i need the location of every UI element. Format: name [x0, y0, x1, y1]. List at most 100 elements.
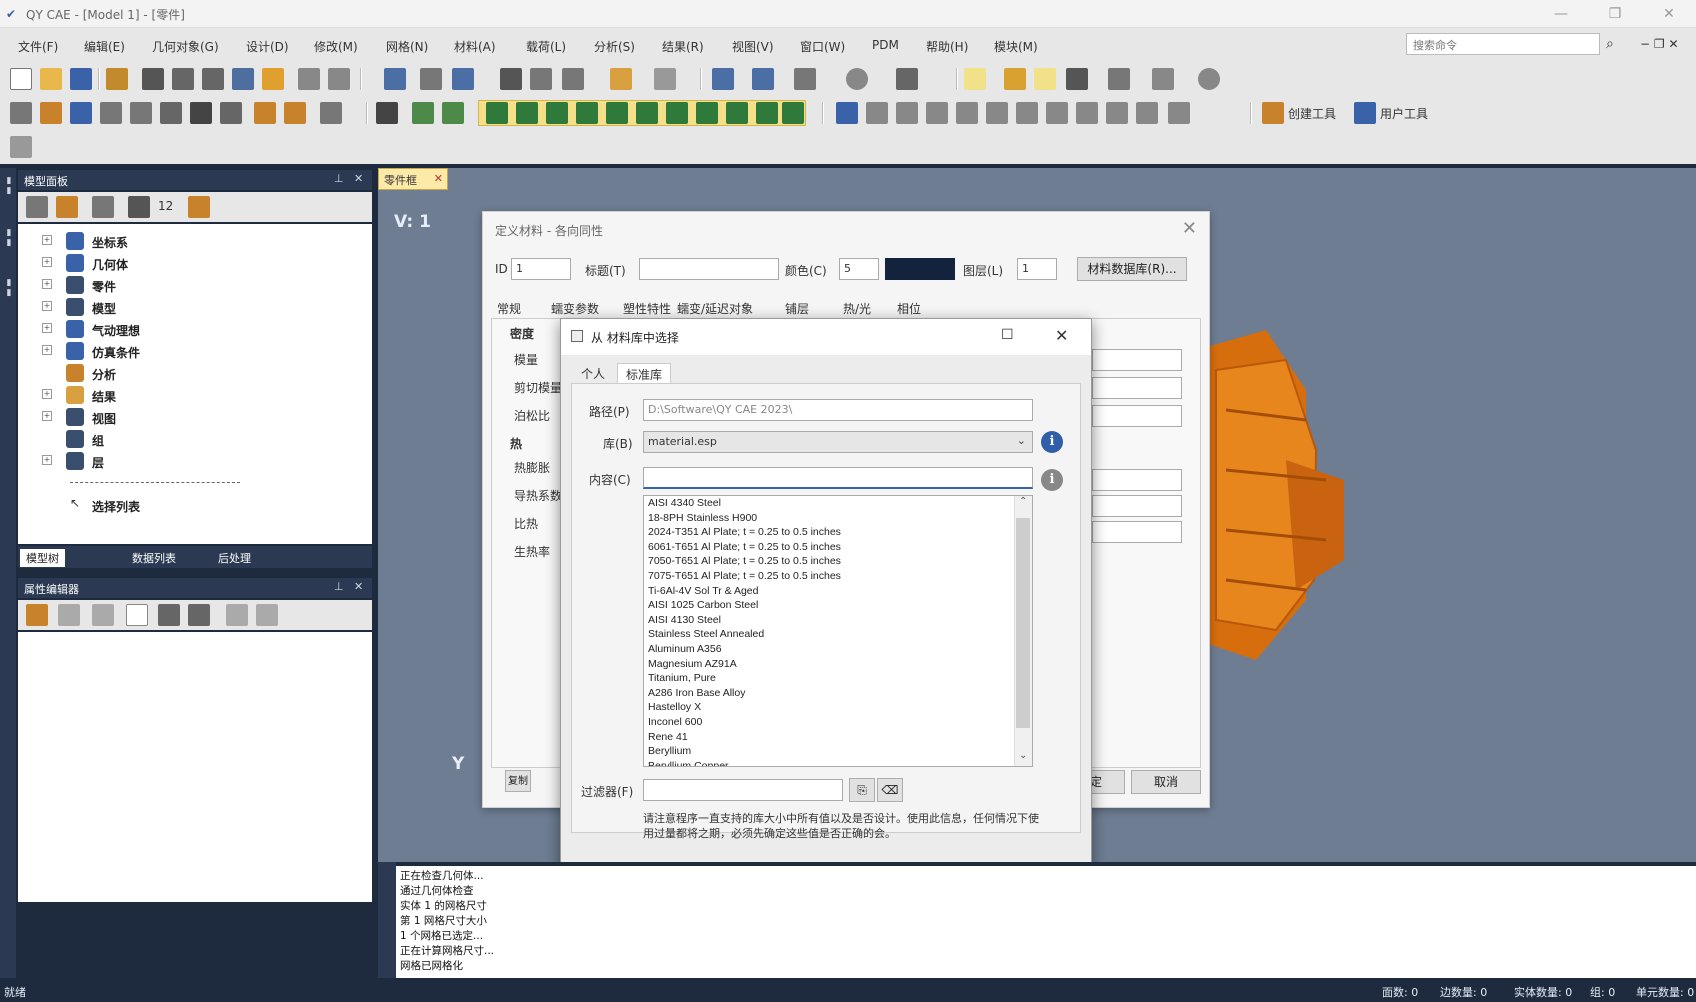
close-icon[interactable]: ✕: [354, 580, 363, 593]
create-tool-label[interactable]: 创建工具: [1288, 105, 1336, 122]
menu-help[interactable]: 帮助(H): [926, 38, 968, 55]
align-center-icon[interactable]: [866, 102, 888, 124]
report-icon[interactable]: [986, 102, 1008, 124]
close-icon[interactable]: ✕: [434, 172, 443, 185]
align-left-icon[interactable]: [836, 102, 858, 124]
material-list-item[interactable]: A286 Iron Base Alloy: [644, 686, 1032, 701]
list-icon[interactable]: [500, 68, 522, 90]
cancel-button-back[interactable]: 取消: [1131, 770, 1201, 794]
lock-icon[interactable]: [26, 604, 48, 626]
heat-icon[interactable]: [696, 102, 718, 124]
cut-icon[interactable]: [142, 68, 164, 90]
highlight-icon[interactable]: [1034, 68, 1056, 90]
window-layout-icon[interactable]: [1152, 68, 1174, 90]
dock-tab-2[interactable]: ▮▮: [2, 228, 14, 248]
tree-import-icon[interactable]: [56, 196, 78, 218]
redo-icon[interactable]: [328, 68, 350, 90]
solid-icon[interactable]: [100, 102, 122, 124]
material-list-item[interactable]: Magnesium AZ91A: [644, 657, 1032, 672]
select-icon[interactable]: [10, 136, 32, 158]
info-icon[interactable]: i: [1041, 431, 1063, 453]
copy-props-icon[interactable]: [92, 604, 114, 626]
load-icon[interactable]: [486, 102, 508, 124]
material-list-item[interactable]: 2024-T351 Al Plate; t = 0.25 to 0.5 inch…: [644, 525, 1032, 540]
path-input[interactable]: D:\Software\QY CAE 2023\: [643, 399, 1033, 421]
part-icon[interactable]: [442, 102, 464, 124]
render-icon[interactable]: [846, 68, 868, 90]
tab-postprocess[interactable]: 后处理: [212, 549, 257, 567]
menu-load[interactable]: 载荷(L): [526, 38, 566, 55]
view-axis-icon[interactable]: [794, 68, 816, 90]
tab-phase[interactable]: 相位: [897, 300, 921, 317]
coord-icon[interactable]: [160, 102, 182, 124]
menu-pdm[interactable]: PDM: [872, 38, 899, 52]
command-search-input[interactable]: 搜索命令: [1406, 33, 1600, 55]
material-list-item[interactable]: AISI 1025 Carbon Steel: [644, 598, 1032, 613]
move-up-icon[interactable]: [226, 604, 248, 626]
display-icon[interactable]: [896, 68, 918, 90]
content-input[interactable]: [643, 467, 1033, 489]
tab-standard-library[interactable]: 标准库: [617, 363, 672, 385]
tab-model-tree[interactable]: 模型树: [20, 549, 65, 567]
close-icon[interactable]: ✕: [1182, 218, 1197, 239]
grid-icon[interactable]: [232, 68, 254, 90]
menu-edit[interactable]: 编辑(E): [84, 38, 125, 55]
view-rotate-icon[interactable]: [752, 68, 774, 90]
tab-creep[interactable]: 蠕变参数: [551, 300, 599, 317]
user-tool-icon[interactable]: [1354, 102, 1376, 124]
expansion-input[interactable]: [1092, 469, 1182, 491]
tab-personal[interactable]: 个人: [573, 363, 613, 384]
tab-creep-delay[interactable]: 蠕变/延迟对象: [677, 300, 753, 317]
group-icon[interactable]: [412, 102, 434, 124]
conductivity-input[interactable]: [1092, 495, 1182, 517]
material-list-item[interactable]: Beryllium Copper: [644, 759, 1032, 766]
material-list-item[interactable]: Beryllium: [644, 744, 1032, 759]
dock-tab-3[interactable]: ▮▮: [2, 278, 14, 298]
layer-input[interactable]: 1: [1017, 258, 1057, 280]
title-input[interactable]: [639, 258, 779, 280]
minimize-button[interactable]: —: [1546, 4, 1576, 24]
material-list-item[interactable]: AISI 4130 Steel: [644, 613, 1032, 628]
list-view-icon[interactable]: [956, 102, 978, 124]
material-list-item[interactable]: Stainless Steel Annealed: [644, 627, 1032, 642]
measure-icon[interactable]: [562, 68, 584, 90]
preferences-icon[interactable]: [1168, 102, 1190, 124]
mdi-controls[interactable]: − ❐ ✕: [1640, 37, 1679, 51]
specific-heat-input[interactable]: [1092, 521, 1182, 543]
menu-material[interactable]: 材料(A): [454, 38, 496, 55]
contact-icon[interactable]: [726, 102, 748, 124]
point-icon[interactable]: [10, 102, 32, 124]
surface-icon[interactable]: [70, 102, 92, 124]
align-right-icon[interactable]: [896, 102, 918, 124]
pan-icon[interactable]: [452, 68, 474, 90]
tree-edit-icon[interactable]: [188, 196, 210, 218]
menu-view[interactable]: 视图(V): [732, 38, 774, 55]
material-list[interactable]: AISI 4340 Steel 18-8PH Stainless H900 2024…: [643, 495, 1033, 767]
print-icon[interactable]: [106, 68, 128, 90]
pin-icon[interactable]: ⊥: [334, 580, 344, 593]
new-icon[interactable]: [10, 68, 32, 90]
color-input[interactable]: 5: [839, 258, 879, 280]
list-scrollbar[interactable]: ⌃ ⌄: [1014, 496, 1032, 766]
material-list-item[interactable]: AISI 4340 Steel: [644, 496, 1032, 511]
menu-module[interactable]: 模块(M): [994, 38, 1038, 55]
search-icon[interactable]: ⌕: [1606, 36, 1614, 52]
scroll-thumb[interactable]: [1016, 518, 1030, 728]
menu-mesh[interactable]: 网格(N): [386, 38, 428, 55]
material-list-item[interactable]: Titanium, Pure: [644, 671, 1032, 686]
menu-file[interactable]: 文件(F): [18, 38, 58, 55]
color-swatch[interactable]: [885, 258, 955, 280]
copy-button[interactable]: 复制: [505, 770, 531, 792]
mesh-icon[interactable]: [320, 102, 342, 124]
close-icon[interactable]: ✕: [354, 172, 363, 185]
menu-geometry[interactable]: 几何对象(G): [152, 38, 219, 55]
displacement-icon[interactable]: [636, 102, 658, 124]
force-icon[interactable]: [516, 102, 538, 124]
tree-collapse-icon[interactable]: [26, 196, 48, 218]
table-view-icon[interactable]: [926, 102, 948, 124]
info-icon[interactable]: i: [1041, 469, 1063, 491]
brush-icon[interactable]: [1004, 68, 1026, 90]
moment-icon[interactable]: [576, 102, 598, 124]
close-icon[interactable]: ✕: [1055, 326, 1068, 345]
maximize-button[interactable]: ❐: [1600, 4, 1630, 24]
